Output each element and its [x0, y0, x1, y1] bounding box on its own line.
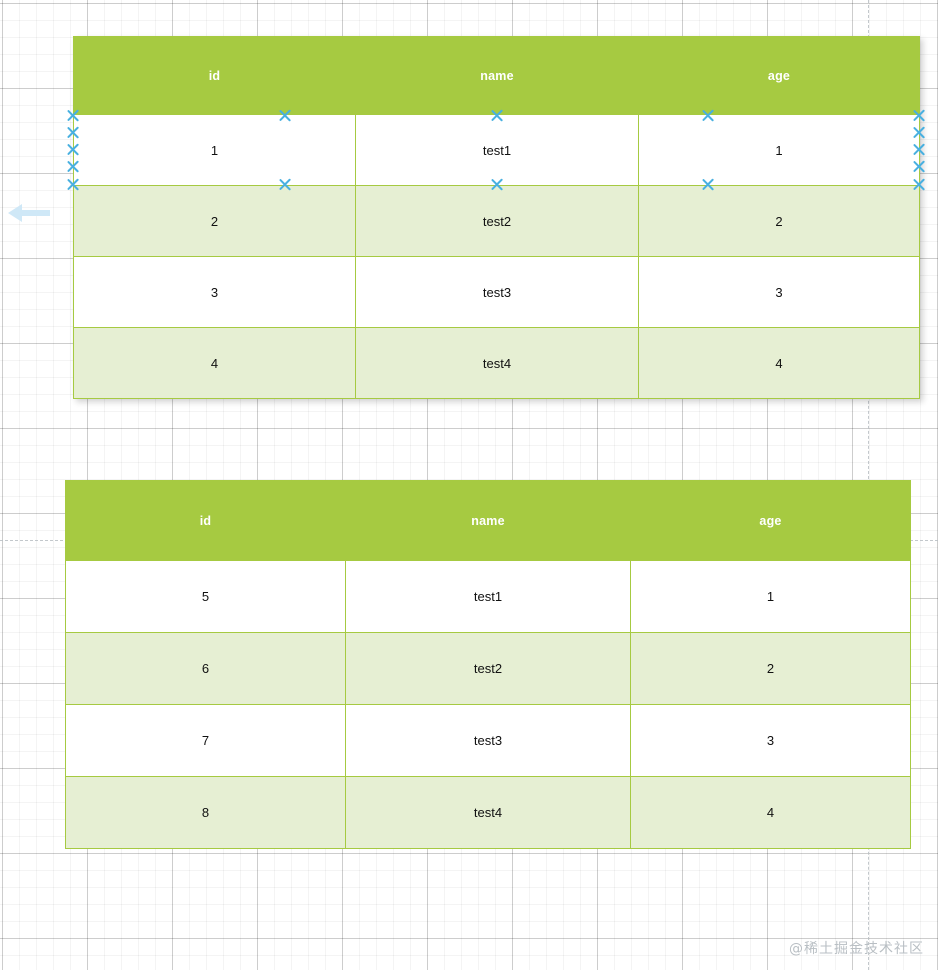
x-handle-icon[interactable] [912, 177, 927, 192]
cell-name[interactable]: test4 [345, 776, 631, 849]
cell-id[interactable]: 5 [65, 560, 346, 633]
x-handle-icon[interactable] [701, 108, 716, 123]
cell-id[interactable]: 3 [73, 256, 356, 328]
arrow-left-icon-svg [8, 204, 50, 222]
cell-id[interactable]: 6 [65, 632, 346, 705]
cell-name[interactable]: test4 [355, 327, 639, 399]
table-top[interactable]: id name age 1 test1 1 2 test2 2 3 test3 … [73, 36, 920, 399]
cell-name[interactable]: test3 [355, 256, 639, 328]
table-row[interactable]: 4 test4 4 [73, 327, 920, 399]
table-header-row: id name age [73, 36, 920, 115]
cell-name[interactable]: test3 [345, 704, 631, 777]
cell-age[interactable]: 3 [630, 704, 911, 777]
table-header-row: id name age [65, 480, 911, 561]
cell-age[interactable]: 1 [630, 560, 911, 633]
x-handle-icon[interactable] [278, 108, 293, 123]
cell-name[interactable]: test2 [355, 185, 639, 257]
cell-name[interactable]: test2 [345, 632, 631, 705]
column-header-name[interactable]: name [355, 36, 639, 115]
cell-id[interactable]: 2 [73, 185, 356, 257]
table-bottom[interactable]: id name age 5 test1 1 6 test2 2 7 test3 … [65, 480, 911, 849]
table-row[interactable]: 1 test1 1 [73, 114, 920, 186]
x-handle-icon[interactable] [278, 177, 293, 192]
column-header-name[interactable]: name [345, 480, 631, 561]
x-handle-icon[interactable] [66, 159, 81, 174]
table-row[interactable]: 6 test2 2 [65, 632, 911, 705]
column-header-id[interactable]: id [65, 480, 346, 561]
column-header-id[interactable]: id [73, 36, 356, 115]
cell-name[interactable]: test1 [345, 560, 631, 633]
table-row[interactable]: 8 test4 4 [65, 776, 911, 849]
cell-age[interactable]: 2 [630, 632, 911, 705]
cell-age[interactable]: 3 [638, 256, 920, 328]
column-header-age[interactable]: age [630, 480, 911, 561]
arrow-left-icon[interactable] [8, 204, 50, 222]
cell-id[interactable]: 4 [73, 327, 356, 399]
cell-name[interactable]: test1 [355, 114, 639, 186]
x-handle-icon[interactable] [490, 177, 505, 192]
table-row[interactable]: 2 test2 2 [73, 185, 920, 257]
table-row[interactable]: 7 test3 3 [65, 704, 911, 777]
x-handle-icon[interactable] [701, 177, 716, 192]
cell-age[interactable]: 4 [630, 776, 911, 849]
x-handle-icon[interactable] [912, 142, 927, 157]
x-handle-icon[interactable] [66, 125, 81, 140]
x-handle-icon[interactable] [490, 108, 505, 123]
table-row[interactable]: 5 test1 1 [65, 560, 911, 633]
table-row[interactable]: 3 test3 3 [73, 256, 920, 328]
x-handle-icon[interactable] [66, 142, 81, 157]
cell-age[interactable]: 4 [638, 327, 920, 399]
watermark-text: @稀土掘金技术社区 [789, 941, 924, 957]
diagram-canvas[interactable]: id name age 1 test1 1 2 test2 2 3 test3 … [0, 0, 938, 970]
cell-id[interactable]: 7 [65, 704, 346, 777]
x-handle-icon[interactable] [912, 108, 927, 123]
column-header-age[interactable]: age [638, 36, 920, 115]
x-handle-icon[interactable] [66, 108, 81, 123]
x-handle-icon[interactable] [912, 159, 927, 174]
x-handle-icon[interactable] [912, 125, 927, 140]
cell-age[interactable]: 1 [638, 114, 920, 186]
cell-id[interactable]: 1 [73, 114, 356, 186]
cell-age[interactable]: 2 [638, 185, 920, 257]
cell-id[interactable]: 8 [65, 776, 346, 849]
x-handle-icon[interactable] [66, 177, 81, 192]
